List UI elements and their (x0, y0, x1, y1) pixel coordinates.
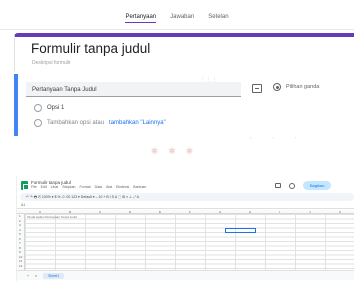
question-title-field[interactable]: Pertanyaan Tanpa Judul (26, 82, 241, 97)
row-8[interactable]: 8 (19, 246, 21, 250)
col-e[interactable]: E (159, 210, 161, 214)
menu-tools[interactable]: Alat (106, 185, 112, 189)
menu-data[interactable]: Data (95, 185, 102, 189)
form-title-card: Formulir tanpa judul Deskripsi formulir (14, 33, 354, 71)
row-5[interactable]: 5 (19, 232, 21, 236)
form-title[interactable]: Formulir tanpa judul (31, 41, 150, 56)
card-actions: ▪ ▪ ▪ (250, 135, 307, 140)
col-k[interactable]: K (339, 210, 341, 214)
question-card[interactable]: ⋮⋮⋮ Pertanyaan Tanpa Judul Pilihan ganda… (14, 74, 354, 136)
col-i[interactable]: I (279, 210, 280, 214)
row-7[interactable]: 7 (19, 241, 21, 245)
row-9[interactable]: 9 (19, 250, 21, 254)
forms-tabs: Pertanyaan Jawaban Setelan (0, 14, 354, 23)
row-1[interactable]: 1 (19, 214, 21, 218)
decorative-stars-icon: ✱✱✱ (150, 146, 204, 156)
col-d[interactable]: D (129, 210, 131, 214)
top-right-actions: Bagikan (275, 181, 332, 190)
tabs-divider (0, 29, 354, 30)
option-label[interactable]: Opsi 1 (47, 105, 64, 111)
menu-edit[interactable]: Edit (41, 185, 47, 189)
row-12[interactable]: 12 (19, 264, 22, 268)
meet-icon[interactable] (289, 182, 295, 189)
sheets-toolbar[interactable]: ↶ ↷ 🖶 ⎘ 100% ▾ $ % .0 .00 123 ▾ Default … (20, 193, 354, 201)
radio-empty-icon (34, 104, 42, 112)
row-10[interactable]: 10 (19, 255, 22, 259)
form-description[interactable]: Deskripsi formulir (32, 60, 71, 66)
tab-responses[interactable]: Jawaban (170, 14, 194, 23)
selected-cell[interactable] (225, 227, 256, 233)
col-b[interactable]: B (69, 210, 71, 214)
col-g[interactable]: G (219, 210, 221, 214)
sheets-window: Formulir tanpa judul File Edit Lihat Sis… (16, 176, 354, 281)
question-type-label: Pilihan ganda (286, 84, 320, 90)
menu-extensions[interactable]: Ekstensi (116, 185, 129, 189)
row-11[interactable]: 11 (19, 259, 22, 263)
row-4[interactable]: 4 (19, 228, 21, 232)
col-a[interactable]: A (39, 210, 41, 214)
col-f[interactable]: F (189, 210, 191, 214)
sheet-tab[interactable]: Sheet1 (43, 272, 65, 279)
col-j[interactable]: J (309, 210, 311, 214)
option-row[interactable]: Opsi 1 (34, 104, 64, 112)
radio-empty-icon (34, 119, 42, 127)
spreadsheet-grid[interactable]: A B C D E F G H I J K 1 2 3 4 5 6 7 8 9 … (17, 210, 354, 270)
tab-questions[interactable]: Pertanyaan (125, 14, 157, 23)
formula-bar[interactable]: A1 (17, 203, 354, 209)
all-sheets-icon[interactable]: ≡ (35, 274, 37, 278)
menu-file[interactable]: File (31, 185, 37, 189)
menu-insert[interactable]: Sisipkan (62, 185, 75, 189)
menu-bar: File Edit Lihat Sisipkan Format Data Ala… (31, 185, 146, 189)
add-option-link[interactable]: Tambahkan opsi atau (47, 120, 104, 126)
col-h[interactable]: H (249, 210, 251, 214)
cell-a1[interactable]: Tanda waktu Pertanyaan Tanpa Judul (27, 215, 77, 219)
menu-view[interactable]: Lihat (51, 185, 59, 189)
menu-help[interactable]: Bantuan (133, 185, 146, 189)
comment-icon[interactable] (275, 183, 281, 188)
add-other-link[interactable]: tambahkan "Lainnya" (109, 120, 166, 126)
row-6[interactable]: 6 (19, 237, 21, 241)
sheet-tabs-bar: + ≡ Sheet1 (17, 270, 354, 280)
column-header: A B C D E F G H I J K (17, 210, 354, 214)
radio-button-icon (273, 83, 281, 91)
sheets-logo-icon[interactable] (21, 181, 29, 190)
row-header: 1 2 3 4 5 6 7 8 9 10 11 12 (17, 214, 25, 270)
name-box[interactable]: A1 (21, 203, 25, 207)
add-sheet-icon[interactable]: + (27, 274, 29, 278)
question-type-select[interactable]: Pilihan ganda (273, 83, 319, 91)
add-option-row[interactable]: Tambahkan opsi atau tambahkan "Lainnya" (34, 119, 166, 127)
tab-settings[interactable]: Setelan (208, 14, 228, 23)
share-button[interactable]: Bagikan (303, 181, 332, 190)
col-c[interactable]: C (99, 210, 101, 214)
menu-format[interactable]: Format (80, 185, 91, 189)
row-3[interactable]: 3 (19, 223, 21, 227)
add-image-icon[interactable] (252, 84, 262, 93)
row-2[interactable]: 2 (19, 219, 21, 223)
